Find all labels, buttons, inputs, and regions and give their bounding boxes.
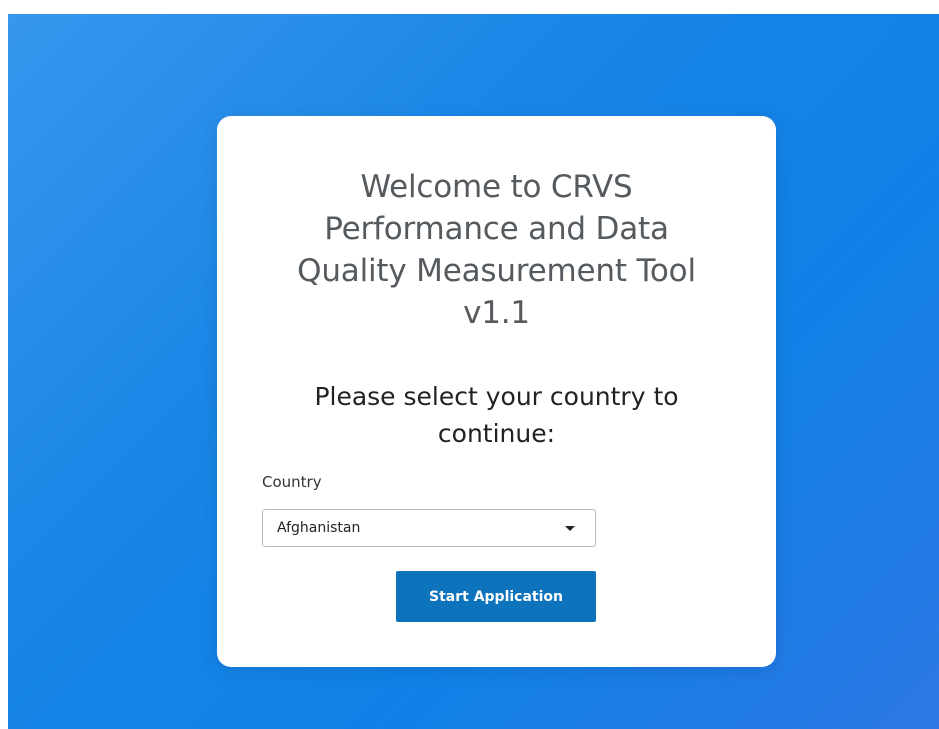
version-line: v1.1 xyxy=(463,295,530,331)
page-title: Welcome to CRVS Performance and Data Qua… xyxy=(247,166,746,334)
page: Welcome to CRVS Performance and Data Qua… xyxy=(0,0,939,729)
country-label: Country xyxy=(262,473,322,491)
instruction-line: continue: xyxy=(437,419,556,448)
instruction-line: Please select your country to xyxy=(314,382,679,411)
country-select[interactable]: Afghanistan xyxy=(262,509,596,547)
welcome-card: Welcome to CRVS Performance and Data Qua… xyxy=(217,116,776,667)
start-application-button[interactable]: Start Application xyxy=(396,571,596,622)
title-line: Welcome to CRVS xyxy=(360,169,633,205)
title-line: Performance and Data xyxy=(324,211,669,247)
chevron-down-icon[interactable] xyxy=(565,526,575,531)
instruction-text: Please select your country to continue: xyxy=(247,378,746,452)
hero-background: Welcome to CRVS Performance and Data Qua… xyxy=(8,14,939,729)
country-select-value: Afghanistan xyxy=(277,520,361,536)
title-line: Quality Measurement Tool xyxy=(297,253,696,289)
